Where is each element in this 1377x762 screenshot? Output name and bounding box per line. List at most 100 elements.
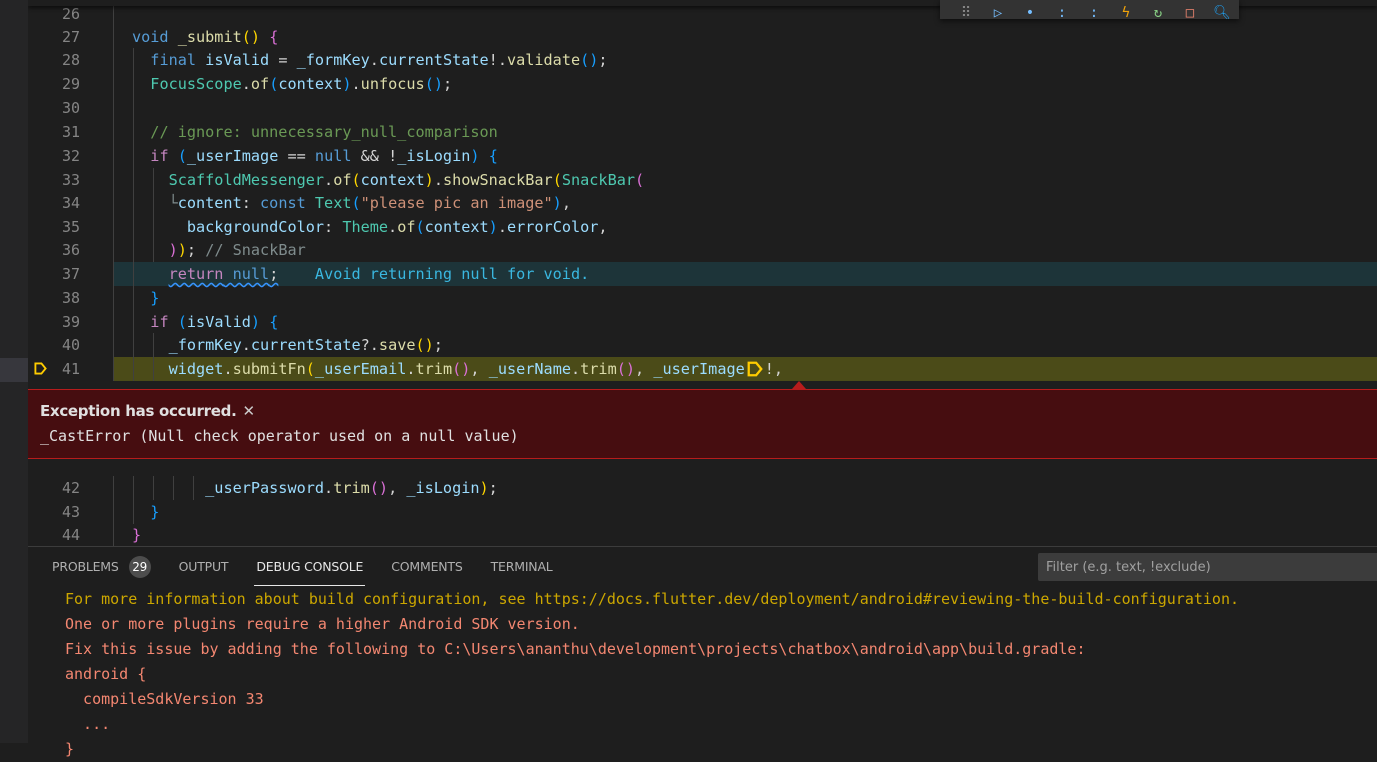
tab-comments[interactable]: COMMENTS — [391, 547, 463, 587]
code-token: unfocus — [360, 75, 425, 93]
code-token: SnackBar — [561, 171, 636, 189]
code-token: . — [406, 360, 416, 378]
code-line[interactable]: 27 void _submit() { — [28, 25, 1377, 49]
code-token: == — [278, 147, 315, 165]
code-text: backgroundColor: Theme.of(context).error… — [132, 215, 608, 239]
debug-toolbar: ⠿ ▷ •:: ϟ ↻ □ 🔍︎ — [940, 0, 1239, 19]
code-token: ; — [186, 241, 206, 259]
step-over-icon[interactable]: • — [1014, 3, 1046, 19]
code-token: ( — [552, 171, 562, 189]
code-text: return null; Avoid returning null for vo… — [132, 262, 590, 286]
code-token: : — [241, 194, 261, 212]
line-number: 32 — [61, 147, 80, 165]
inline-breakpoint-icon[interactable] — [747, 361, 763, 377]
line-number: 29 — [61, 75, 80, 93]
hot-reload-icon[interactable]: ϟ — [1110, 3, 1142, 19]
code-token: void — [132, 28, 169, 46]
code-line[interactable]: 28 final isValid = _formKey.currentState… — [28, 48, 1377, 72]
code-token: showSnackBar — [442, 171, 553, 189]
close-icon[interactable]: ✕ — [242, 402, 255, 420]
restart-icon[interactable]: ↻ — [1142, 3, 1174, 19]
code-line[interactable]: 44} — [28, 523, 1377, 546]
code-token: ; — [269, 265, 279, 283]
tab-problems[interactable]: PROBLEMS 29 — [52, 547, 151, 587]
code-line[interactable]: 42 _userPassword.trim(), _isLogin); — [28, 476, 1377, 500]
code-token: errorColor — [506, 218, 599, 236]
filter-box[interactable] — [1038, 553, 1377, 581]
code-token: . — [241, 75, 251, 93]
indent-guide — [113, 523, 114, 546]
line-number: 34 — [61, 194, 80, 212]
line-number: 44 — [61, 526, 80, 544]
tab-debug-console[interactable]: DEBUG CONSOLE — [254, 547, 366, 587]
code-token: trim — [580, 360, 617, 378]
code-token: ) — [250, 313, 261, 331]
code-line[interactable]: 32 if (_userImage == null && !_isLogin) … — [28, 144, 1377, 168]
code-line[interactable]: 43 } — [28, 500, 1377, 524]
code-token: , — [598, 218, 608, 236]
code-token: context — [278, 75, 343, 93]
code-line[interactable]: 30 — [28, 96, 1377, 120]
exception-message: _CastError (Null check operator used on … — [40, 427, 519, 445]
tab-terminal[interactable]: TERMINAL — [491, 547, 553, 587]
code-line[interactable]: 33 ScaffoldMessenger.of(context).showSna… — [28, 168, 1377, 192]
code-token: if — [150, 147, 169, 165]
code-token: ) — [552, 194, 562, 212]
indent-guide — [113, 96, 114, 120]
indent-guide — [113, 72, 114, 96]
filter-input[interactable] — [1038, 553, 1377, 581]
line-number: 37 — [61, 265, 80, 283]
code-token: _userImage — [653, 360, 745, 378]
code-token: currentState — [250, 336, 361, 354]
code-token: ) — [424, 171, 434, 189]
code-token: FocusScope — [150, 75, 242, 93]
code-line[interactable]: 39 if (isValid) { — [28, 310, 1377, 334]
code-editor[interactable]: 26 27 void _submit() {28 final isValid = _… — [28, 0, 1377, 546]
step-out-icon[interactable]: : — [1078, 3, 1110, 19]
exception-title-row: Exception has occurred. ✕ — [40, 402, 255, 420]
continue-icon[interactable]: ▷ — [982, 3, 1014, 19]
exception-widget: Exception has occurred. ✕ _CastError (Nul… — [28, 389, 1377, 459]
code-token: validate — [506, 51, 581, 69]
code-token: ScaffoldMessenger — [168, 171, 325, 189]
indent-guide — [113, 168, 114, 192]
code-token: _userPassword — [205, 479, 325, 497]
code-line[interactable]: 36 )); // SnackBar — [28, 238, 1377, 262]
code-line[interactable]: 35 backgroundColor: Theme.of(context).er… — [28, 215, 1377, 239]
code-token: ( — [415, 218, 425, 236]
code-line[interactable]: 37 return null; Avoid returning null for… — [28, 262, 1377, 286]
devtools-search-icon[interactable]: 🔍︎ — [1206, 3, 1238, 19]
tab-output[interactable]: OUTPUT — [179, 547, 229, 587]
code-line[interactable]: 40 _formKey.currentState?.save(); — [28, 333, 1377, 357]
code-text: void _submit() { — [132, 25, 278, 49]
console-line: ... — [65, 715, 111, 733]
code-token: , — [388, 479, 407, 497]
indent-guide — [113, 120, 114, 144]
drag-handle-icon[interactable]: ⠿ — [950, 3, 982, 19]
indent-guide — [113, 215, 114, 239]
code-token: . — [223, 360, 233, 378]
code-token: content — [177, 194, 242, 212]
code-token: backgroundColor — [186, 218, 325, 236]
code-token: . — [388, 218, 398, 236]
step-into-icon[interactable]: : — [1046, 3, 1078, 19]
code-line[interactable]: 41 widget.submitFn(_userEmail.trim(), _u… — [28, 357, 1377, 381]
line-number: 33 — [61, 171, 80, 189]
code-token: Avoid returning null for void. — [314, 265, 590, 283]
code-line[interactable]: 31 // ignore: unnecessary_null_compariso… — [28, 120, 1377, 144]
code-token: ) — [479, 479, 489, 497]
stop-icon[interactable]: □ — [1174, 3, 1206, 19]
code-token: _isLogin — [397, 147, 471, 165]
code-line[interactable]: 38 } — [28, 286, 1377, 310]
code-token: _submit — [177, 28, 242, 46]
line-number: 35 — [61, 218, 80, 236]
code-line[interactable]: 34 └content: const Text("please pic an i… — [28, 191, 1377, 215]
tab-label: PROBLEMS — [52, 559, 119, 574]
exception-pointer — [792, 381, 806, 389]
code-token: () — [424, 75, 443, 93]
problems-count-badge: 29 — [128, 556, 151, 578]
code-line[interactable]: 29 FocusScope.of(context).unfocus(); — [28, 72, 1377, 96]
